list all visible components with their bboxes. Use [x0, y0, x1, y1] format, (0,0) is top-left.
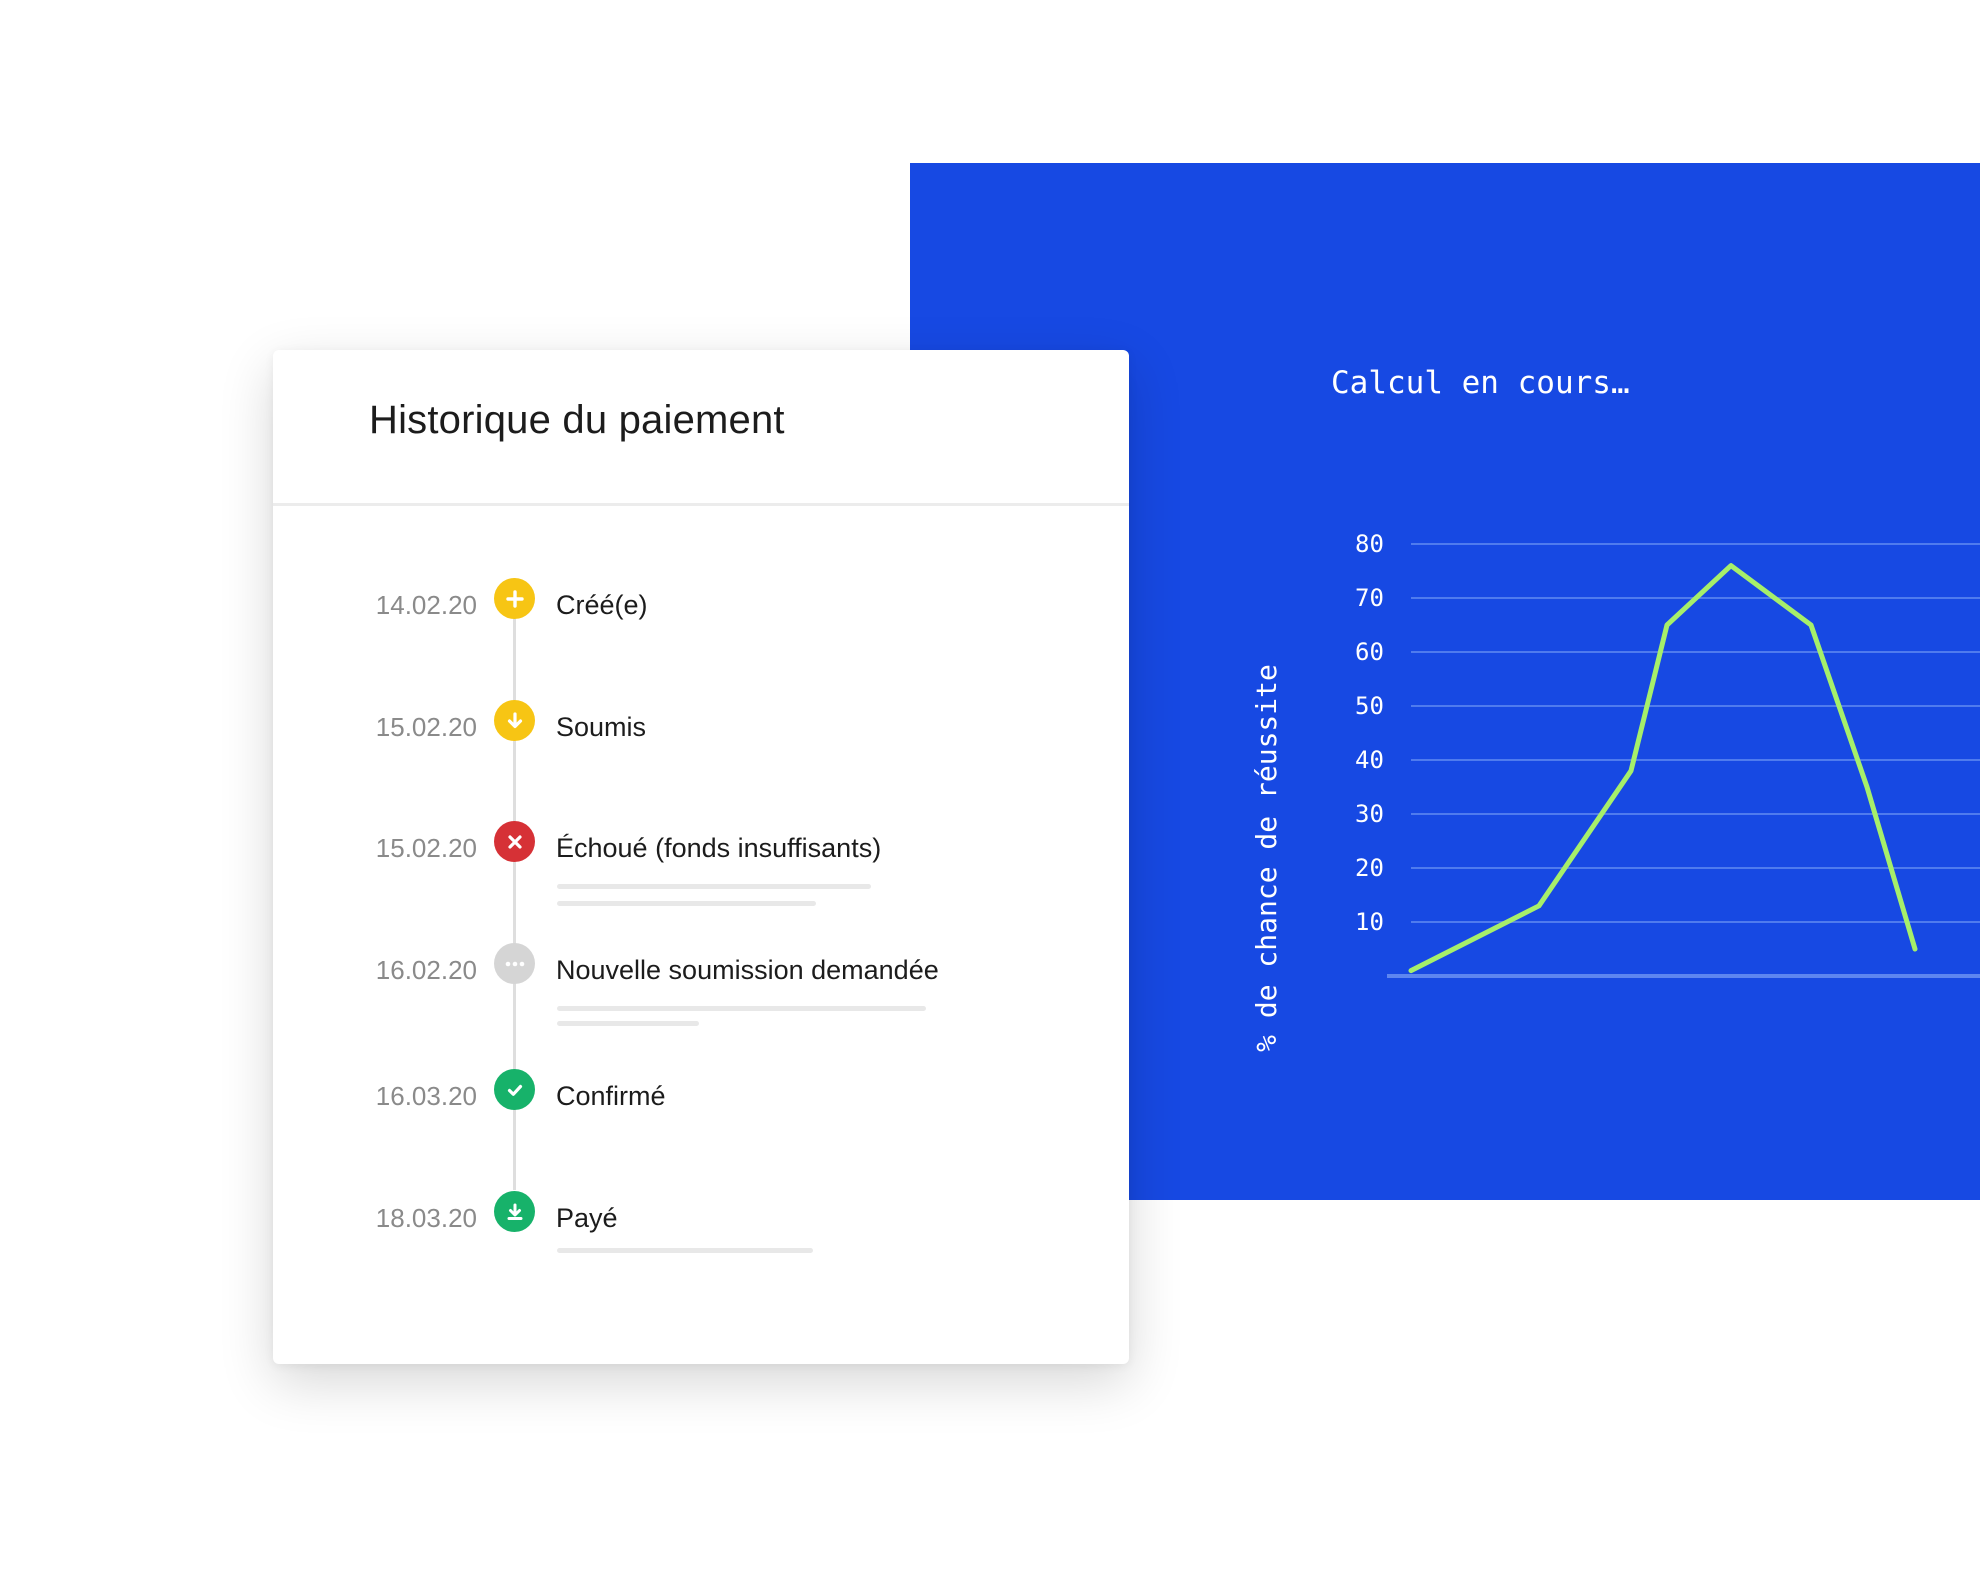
chart-tick-labels: 10 20 30 40 50 60 70 80 [1355, 530, 1384, 936]
series-line [1408, 563, 1918, 974]
y-tick-label: 10 [1355, 908, 1384, 936]
timeline-event-confirmed: 16.03.20 Confirmé [273, 1069, 1129, 1129]
event-label: Confirmé [556, 1081, 666, 1111]
y-tick-label: 20 [1355, 854, 1384, 882]
timeline-event-resubmission: 16.02.20 Nouvelle soumission demandée [273, 943, 1129, 1026]
card-header: Historique du paiement [273, 350, 1129, 506]
event-label: Nouvelle soumission demandée [556, 955, 939, 985]
timeline-event-created: 14.02.20 Créé(e) [273, 578, 1129, 638]
payment-timeline: 14.02.20 Créé(e) 15.02.20 Soumis 15.02.2… [273, 506, 1129, 1364]
timeline-event-failed: 15.02.20 Échoué (fonds insuffisants) [273, 821, 1129, 906]
event-date: 16.03.20 [375, 1081, 477, 1111]
y-axis-label: % de chance de réussite [1250, 664, 1283, 1052]
placeholder-line [557, 1006, 926, 1011]
event-date: 15.02.20 [375, 712, 477, 742]
y-tick-label: 50 [1355, 692, 1384, 720]
event-label: Payé [556, 1203, 618, 1233]
card-title: Historique du paiement [369, 398, 785, 442]
plus-icon [494, 578, 535, 619]
download-icon [494, 1191, 535, 1232]
event-label: Échoué (fonds insuffisants) [556, 833, 882, 863]
placeholder-line [557, 884, 871, 889]
event-label: Créé(e) [556, 590, 648, 620]
placeholder-line [557, 901, 816, 906]
event-date: 16.02.20 [375, 955, 477, 985]
placeholder-line [557, 1021, 699, 1026]
y-tick-label: 70 [1355, 584, 1384, 612]
event-label: Soumis [556, 712, 647, 742]
event-date: 15.02.20 [375, 833, 477, 863]
y-tick-label: 60 [1355, 638, 1384, 666]
y-tick-label: 80 [1355, 530, 1384, 558]
timeline-event-paid: 18.03.20 Payé [273, 1191, 1129, 1253]
chart-title: Calcul en cours… [1331, 365, 1630, 401]
check-icon [494, 1069, 535, 1110]
event-date: 18.03.20 [375, 1203, 477, 1233]
y-tick-label: 30 [1355, 800, 1384, 828]
y-tick-label: 40 [1355, 746, 1384, 774]
payment-history-card: Historique du paiement 14.02.20 Créé(e) … [273, 350, 1129, 1364]
timeline-event-submitted: 15.02.20 Soumis [273, 700, 1129, 760]
placeholder-line [557, 1248, 813, 1253]
event-date: 14.02.20 [375, 590, 477, 620]
arrow-down-icon [494, 700, 535, 741]
cross-icon [494, 821, 535, 862]
more-dots-icon [494, 943, 535, 984]
